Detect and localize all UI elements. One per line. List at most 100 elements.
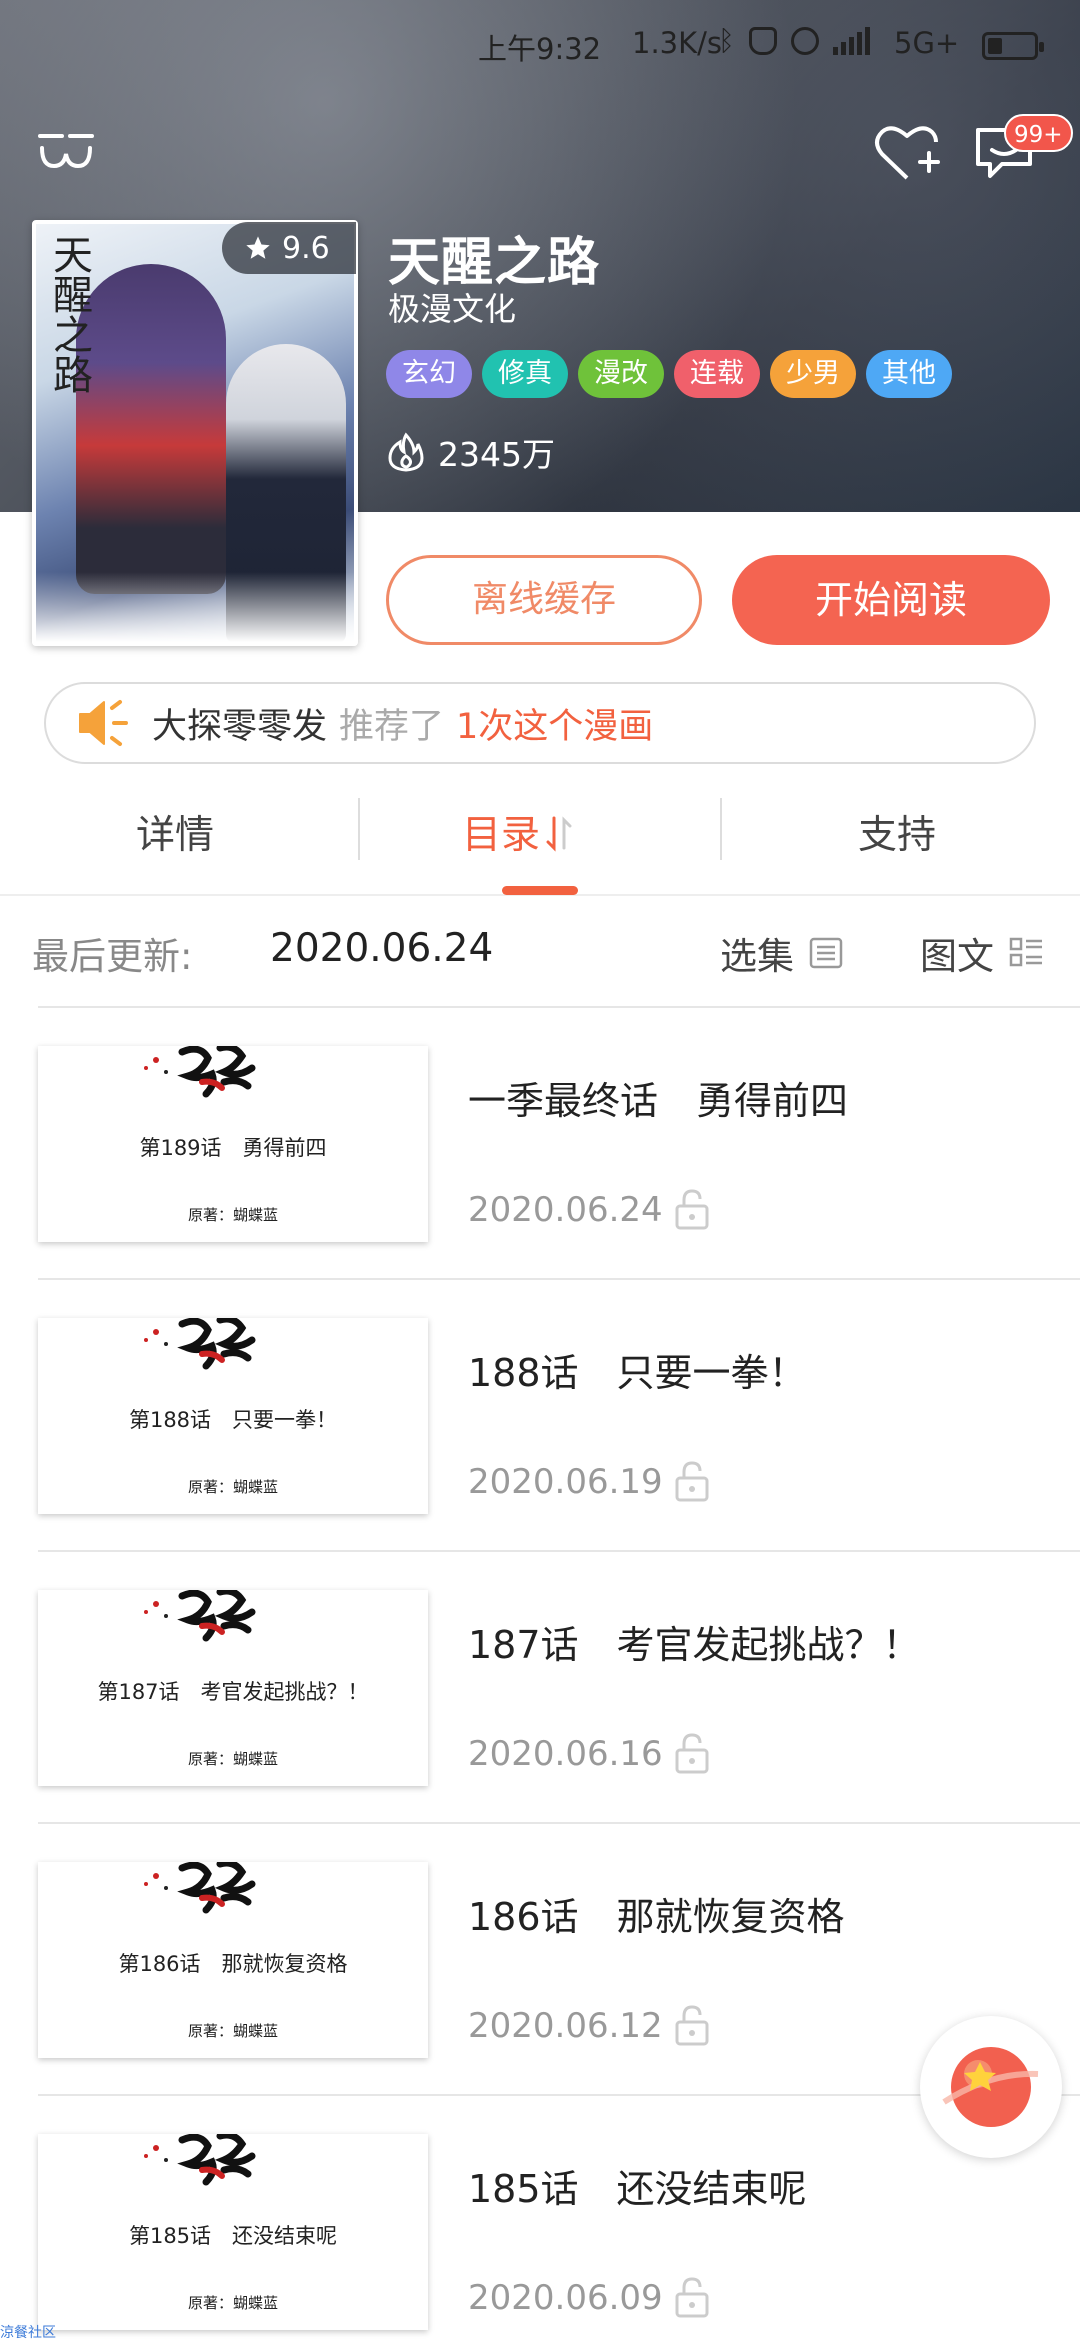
recommend-user[interactable]: 大探零零发 bbox=[152, 698, 327, 749]
chapter-title: 186话 那就恢复资格 bbox=[468, 1895, 845, 1939]
tab-active-indicator bbox=[502, 886, 578, 895]
chapter-row[interactable]: 第188话 只要一拳！ 原著：蝴蝶蓝 188话 只要一拳！ 2020.06.19 bbox=[38, 1278, 1080, 1550]
road-logo-icon bbox=[144, 1590, 256, 1642]
comic-cover[interactable]: 天醒之路 bbox=[32, 220, 358, 646]
tag-other[interactable]: 其他 bbox=[866, 350, 952, 398]
chapter-thumbnail: 第185话 还没结束呢 原著：蝴蝶蓝 bbox=[38, 2134, 428, 2330]
chapter-thumbnail: 第189话 勇得前四 原著：蝴蝶蓝 bbox=[38, 1046, 428, 1242]
cover-character-left bbox=[76, 264, 226, 594]
grid-list-icon bbox=[1009, 937, 1042, 967]
chapter-row[interactable]: 第187话 考官发起挑战？！ 原著：蝴蝶蓝 187话 考官发起挑战？！ 2020… bbox=[38, 1550, 1080, 1822]
thumbnail-author: 原著：蝴蝶蓝 bbox=[187, 1206, 278, 1224]
battery-icon bbox=[982, 32, 1044, 60]
message-badge: 99+ bbox=[1004, 114, 1073, 152]
tag-list: 玄幻 修真 漫改 连载 少男 其他 bbox=[386, 350, 952, 398]
unlock-icon bbox=[675, 2277, 709, 2318]
chapter-row[interactable]: 第189话 勇得前四 原著：蝴蝶蓝 一季最终话 勇得前四 2020.06.24 bbox=[38, 1006, 1080, 1278]
sort-icon bbox=[546, 816, 572, 852]
select-episodes-label: 选集 bbox=[720, 935, 794, 978]
popularity: 2345万 bbox=[388, 428, 555, 476]
chapter-date: 2020.06.09 bbox=[468, 2278, 663, 2318]
tab-catalog-label: 目录 bbox=[462, 813, 541, 858]
chapter-row[interactable]: 第185话 还没结束呢 原著：蝴蝶蓝 185话 还没结束呢 2020.06.09 bbox=[38, 2094, 1080, 2340]
status-bar: 上午9:32 1.3K/s ᛒ 5G+ bbox=[0, 18, 1080, 74]
tag-adaptation[interactable]: 漫改 bbox=[578, 350, 664, 398]
star-icon bbox=[246, 236, 270, 259]
status-icons: ᛒ bbox=[718, 24, 870, 57]
speaker-icon bbox=[79, 700, 128, 746]
rating-badge: 9.6 bbox=[222, 222, 356, 274]
favorite-add-icon[interactable] bbox=[874, 122, 940, 184]
unlock-icon bbox=[675, 1461, 709, 1502]
tag-serial[interactable]: 连载 bbox=[674, 350, 760, 398]
thumbnail-author: 原著：蝴蝶蓝 bbox=[187, 1750, 278, 1768]
tab-divider bbox=[358, 798, 360, 860]
image-text-mode-button[interactable]: 图文 bbox=[920, 926, 1044, 980]
chapter-thumbnail: 第186话 那就恢复资格 原著：蝴蝶蓝 bbox=[38, 1862, 428, 2058]
cover-title-art: 天醒之路 bbox=[46, 234, 92, 394]
tag-shounen[interactable]: 少男 bbox=[770, 350, 856, 398]
chapter-date: 2020.06.16 bbox=[468, 1734, 663, 1774]
image-text-mode-label: 图文 bbox=[920, 935, 994, 978]
cover-snow bbox=[36, 572, 354, 642]
chapter-date: 2020.06.19 bbox=[468, 1462, 663, 1502]
floating-planet-button[interactable] bbox=[920, 2016, 1062, 2158]
status-time: 上午9:32 bbox=[478, 32, 602, 66]
tab-bar: 详情 目录 支持 bbox=[0, 776, 1080, 896]
offline-cache-button[interactable]: 离线缓存 bbox=[386, 555, 702, 645]
thumbnail-caption: 第186话 那就恢复资格 bbox=[118, 1952, 348, 1976]
comic-author[interactable]: 极漫文化 bbox=[388, 284, 516, 330]
road-logo-icon bbox=[144, 1862, 256, 1914]
rating-value: 9.6 bbox=[282, 230, 330, 266]
mute-icon bbox=[748, 26, 777, 55]
unlock-icon bbox=[675, 1733, 709, 1774]
popularity-value: 2345万 bbox=[438, 435, 555, 474]
recommend-bar[interactable]: 大探零零发 推荐了 1次这个漫画 bbox=[44, 682, 1036, 764]
chapter-thumbnail: 第188话 只要一拳！ 原著：蝴蝶蓝 bbox=[38, 1318, 428, 1514]
chapter-row[interactable]: 第186话 那就恢复资格 原著：蝴蝶蓝 186话 那就恢复资格 2020.06.… bbox=[38, 1822, 1080, 2094]
recommend-count: 1次这个漫画 bbox=[456, 706, 654, 747]
last-update-date: 2020.06.24 bbox=[270, 926, 494, 971]
last-update-label: 最后更新: bbox=[32, 935, 193, 978]
bluetooth-icon: ᛒ bbox=[718, 24, 735, 57]
thumbnail-caption: 第185话 还没结束呢 bbox=[128, 2224, 338, 2248]
road-logo-icon bbox=[144, 1046, 256, 1098]
fire-icon bbox=[388, 432, 424, 472]
chapter-list: 第189话 勇得前四 原著：蝴蝶蓝 一季最终话 勇得前四 2020.06.24 … bbox=[0, 1006, 1080, 2340]
alarm-icon bbox=[790, 26, 819, 55]
status-speed: 1.3K/s bbox=[632, 26, 723, 60]
chapter-date: 2020.06.12 bbox=[468, 2006, 663, 2046]
thumbnail-caption: 第189话 勇得前四 bbox=[139, 1136, 327, 1160]
thumbnail-author: 原著：蝴蝶蓝 bbox=[187, 2022, 278, 2040]
watermark: 涼餐社区 bbox=[0, 2325, 56, 2340]
signal-icon bbox=[832, 26, 870, 55]
comic-detail-page: 上午9:32 1.3K/s ᛒ 5G+ 99+ 天醒之路 9.6 天醒之路 极漫… bbox=[0, 0, 1080, 2340]
start-reading-button[interactable]: 开始阅读 bbox=[732, 555, 1050, 645]
thumbnail-author: 原著：蝴蝶蓝 bbox=[187, 1478, 278, 1496]
tag-fantasy[interactable]: 玄幻 bbox=[386, 350, 472, 398]
recommend-text: 推荐了 bbox=[339, 706, 445, 747]
tab-divider bbox=[720, 798, 722, 860]
unlock-icon bbox=[675, 1189, 709, 1230]
unlock-icon bbox=[675, 2005, 709, 2046]
road-logo-icon bbox=[144, 1318, 256, 1370]
tag-cultivation[interactable]: 修真 bbox=[482, 350, 568, 398]
select-episodes-button[interactable]: 选集 bbox=[720, 926, 844, 980]
back-menu-icon[interactable] bbox=[36, 128, 96, 174]
tab-support[interactable]: 支持 bbox=[858, 804, 936, 860]
thumbnail-author: 原著：蝴蝶蓝 bbox=[187, 2294, 278, 2312]
thumbnail-caption: 第187话 考官发起挑战？！ bbox=[97, 1680, 369, 1704]
chapter-title: 185话 还没结束呢 bbox=[468, 2167, 807, 2211]
thumbnail-caption: 第188话 只要一拳！ bbox=[128, 1408, 338, 1432]
tab-catalog[interactable]: 目录 bbox=[462, 804, 572, 860]
road-logo-icon bbox=[144, 2134, 256, 2186]
chapter-title: 188话 只要一拳！ bbox=[468, 1351, 807, 1395]
chapter-title: 一季最终话 勇得前四 bbox=[468, 1079, 849, 1123]
planet-icon bbox=[942, 2047, 1039, 2127]
chapter-date: 2020.06.24 bbox=[468, 1190, 663, 1230]
tab-details[interactable]: 详情 bbox=[136, 804, 214, 860]
list-icon bbox=[809, 937, 843, 969]
chapter-title: 187话 考官发起挑战？！ bbox=[468, 1623, 921, 1667]
status-network: 5G+ bbox=[894, 26, 960, 60]
chapter-thumbnail: 第187话 考官发起挑战？！ 原著：蝴蝶蓝 bbox=[38, 1590, 428, 1786]
